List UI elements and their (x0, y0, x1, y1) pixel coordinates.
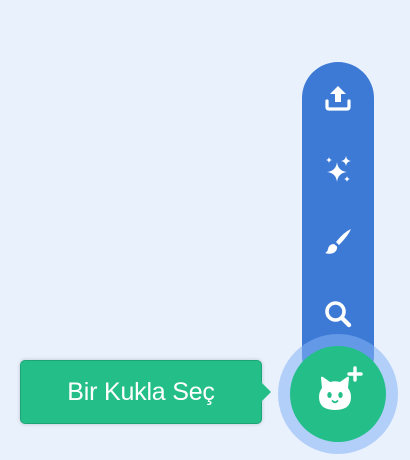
paintbrush-icon (325, 229, 351, 254)
choose-sprite-tooltip: Bir Kukla Seç (20, 360, 262, 424)
tooltip-label: Bir Kukla Seç (67, 377, 215, 406)
upload-sprite-button[interactable] (302, 70, 374, 126)
cat-plus-icon (319, 366, 363, 410)
tooltip-arrow (261, 382, 271, 402)
sparkles-icon (326, 156, 351, 182)
surprise-sprite-button[interactable] (302, 142, 374, 198)
paint-sprite-button[interactable] (302, 214, 374, 270)
choose-sprite-button[interactable] (290, 346, 386, 442)
search-icon (325, 301, 352, 328)
upload-icon (325, 86, 351, 111)
